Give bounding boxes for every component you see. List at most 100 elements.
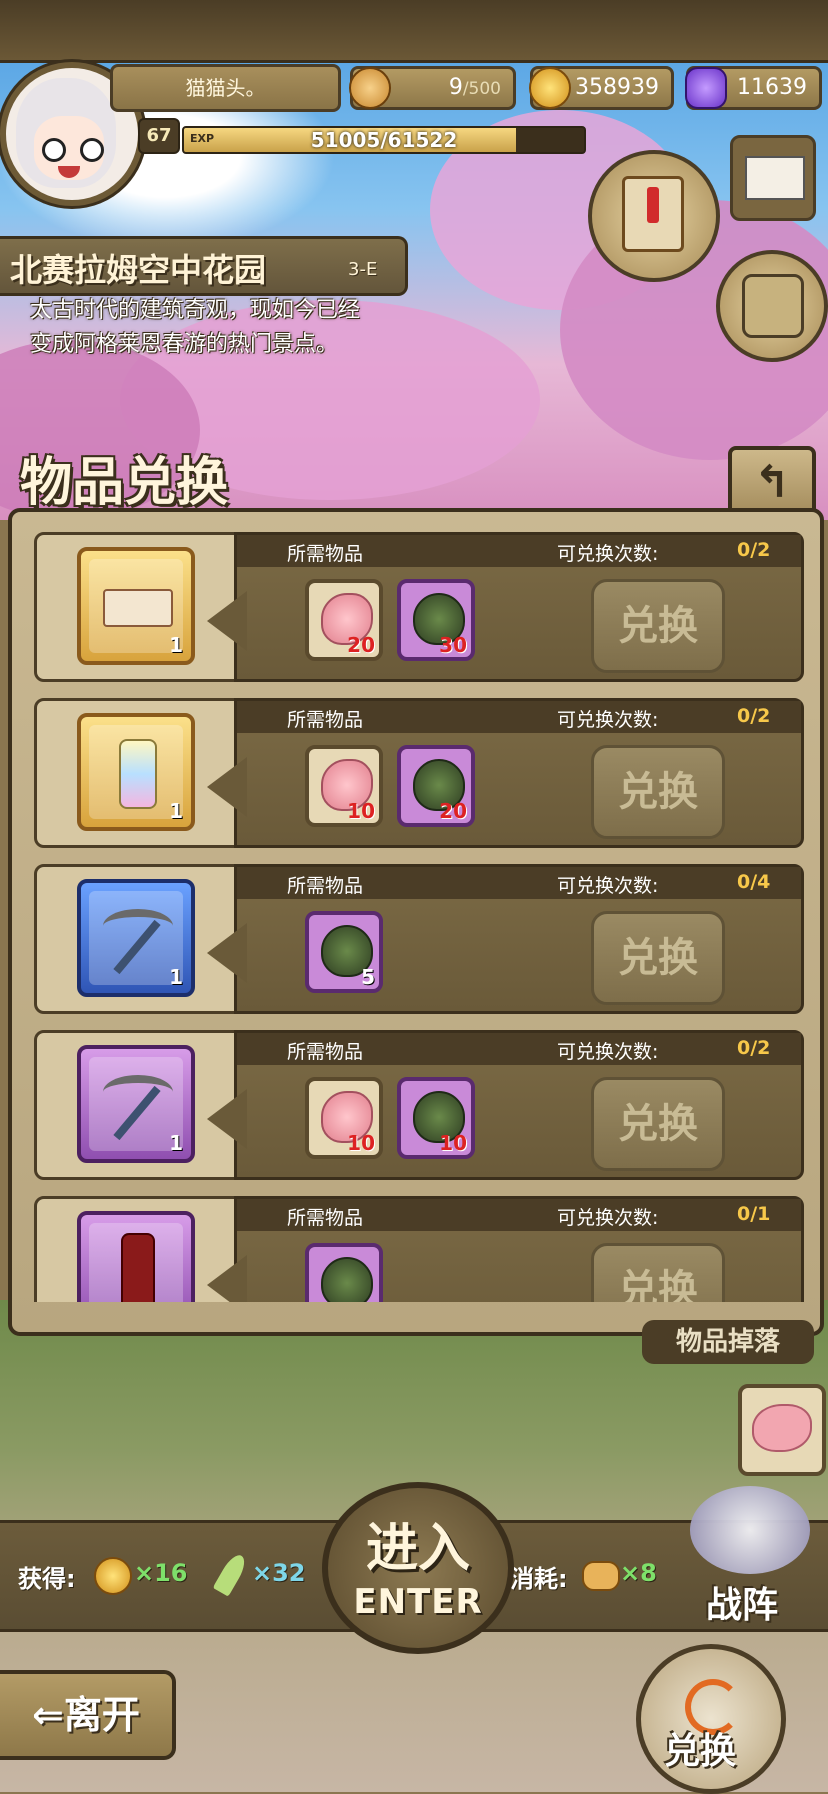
drop-item-slot[interactable] <box>738 1384 826 1476</box>
scroll-icon <box>622 176 684 252</box>
formation-button-label[interactable]: 战阵 <box>706 1576 778 1628</box>
arrow-left-icon <box>207 1255 247 1302</box>
cost-quantity: 10 <box>439 1131 467 1155</box>
bread-icon <box>582 1561 620 1591</box>
required-items-label: 所需物品 <box>287 1207 364 1229</box>
reward-item-slot[interactable]: 1 <box>77 547 195 665</box>
gold-value: 358939 <box>575 75 659 100</box>
exchange-main-label[interactable]: 兑换 <box>664 1722 736 1774</box>
cost-item-slot[interactable]: 20 <box>305 579 383 661</box>
location-desc-line: 变成阿格莱恩春游的热门景点。 <box>30 332 339 357</box>
stamina-pill[interactable]: 9/500 <box>349 66 516 110</box>
player-name: 猫猫头。 <box>110 64 341 112</box>
player-level: 67 <box>138 118 180 154</box>
top-bar <box>0 0 828 63</box>
enter-label-cn: 进入 <box>365 1519 470 1579</box>
cost-quantity: 20 <box>439 799 467 823</box>
exp-text: 51005/61522 <box>310 128 458 152</box>
quest-scroll-button[interactable] <box>588 150 720 282</box>
arrow-left-icon <box>207 1089 247 1149</box>
gem-value: 11639 <box>737 75 807 100</box>
exchange-list[interactable]: 1 所需物品 可兑换次数: 0/2 20 30 兑换 1 所需物品 可兑换次数: 0/2 10 20 兑换… <box>34 532 804 1302</box>
cost-item-slot[interactable]: 30 <box>397 579 475 661</box>
exchange-row: 1 所需物品 可兑换次数: 0/2 10 10 兑换 <box>34 1030 804 1180</box>
reward-item-slot[interactable]: 1 <box>77 713 195 831</box>
leave-button[interactable]: ⇐离开 <box>0 1670 176 1760</box>
exchange-count-value: 0/1 <box>737 1203 771 1225</box>
panel-title: 物品兑换 <box>20 453 229 513</box>
row-header: 所需物品 可兑换次数: 0/2 <box>237 701 801 733</box>
requirements-area: 所需物品 可兑换次数: 0/2 10 10 兑换 <box>207 1030 804 1180</box>
exchange-row: 1 所需物品 可兑换次数: 0/4 5 兑换 <box>34 864 804 1014</box>
location-plate: 北赛拉姆空中花园 3-E <box>0 236 408 296</box>
gold-pill[interactable]: 358939 <box>529 66 674 110</box>
cost-quantity: 10 <box>347 1131 375 1155</box>
exchange-row: 所需物品 可兑换次数: 0/1 兑换 <box>34 1196 804 1302</box>
left-arrow-icon: ⇐ <box>32 1693 64 1737</box>
exchange-button[interactable]: 兑换 <box>591 1077 725 1171</box>
reward-item-slot[interactable]: 1 <box>77 1045 195 1163</box>
leave-label: 离开 <box>63 1693 140 1737</box>
mail-icon <box>745 156 805 200</box>
drops-label: 物品掉落 <box>642 1320 814 1364</box>
location-desc-line: 太古时代的建筑奇观，现如今已经 <box>30 298 361 323</box>
seed-icon <box>321 1257 373 1302</box>
feather-icon <box>212 1551 250 1597</box>
exchange-count-label: 可兑换次数: <box>557 875 659 897</box>
arrow-left-icon <box>207 757 247 817</box>
gain-label: 获得: <box>18 1565 76 1593</box>
formation-icon[interactable] <box>690 1486 810 1574</box>
requirements-area: 所需物品 可兑换次数: 0/4 5 兑换 <box>207 864 804 1014</box>
bread-icon <box>349 67 391 109</box>
arrow-left-icon <box>207 591 247 651</box>
exchange-count-label: 可兑换次数: <box>557 709 659 731</box>
requirements-area: 所需物品 可兑换次数: 0/1 兑换 <box>207 1196 804 1302</box>
mail-button[interactable] <box>730 135 816 221</box>
required-items-label: 所需物品 <box>287 875 364 897</box>
enter-label-en: ENTER <box>353 1582 483 1622</box>
exchange-count-value: 0/2 <box>737 1037 771 1059</box>
required-items-label: 所需物品 <box>287 543 364 565</box>
stamina-max: /500 <box>462 79 501 99</box>
requirements-area: 所需物品 可兑换次数: 0/2 10 20 兑换 <box>207 698 804 848</box>
cost-item-slot[interactable]: 10 <box>305 745 383 827</box>
cost-item-slot[interactable]: 5 <box>305 911 383 993</box>
exchange-row: 1 所需物品 可兑换次数: 0/2 20 30 兑换 <box>34 532 804 682</box>
cost-quantity: 10 <box>347 799 375 823</box>
location-description: 太古时代的建筑奇观，现如今已经 变成阿格莱恩春游的热门景点。 <box>30 294 450 362</box>
gem-pill[interactable]: 11639 <box>685 66 822 110</box>
reward-item-slot[interactable]: 1 <box>77 879 195 997</box>
cost-item-slot[interactable]: 10 <box>397 1077 475 1159</box>
avatar-eye <box>80 138 104 162</box>
exchange-count-label: 可兑换次数: <box>557 1207 659 1229</box>
required-items-label: 所需物品 <box>287 709 364 731</box>
cost-item-slot[interactable] <box>305 1243 383 1302</box>
row-header: 所需物品 可兑换次数: 0/2 <box>237 1033 801 1065</box>
cost-item-slot[interactable]: 20 <box>397 745 475 827</box>
exchange-panel: 1 所需物品 可兑换次数: 0/2 20 30 兑换 1 所需物品 可兑换次数: 0/2 10 20 兑换… <box>8 508 824 1336</box>
reward-quantity: 1 <box>169 799 183 823</box>
bag-button[interactable] <box>716 250 828 362</box>
exchange-count-value: 0/2 <box>737 705 771 727</box>
exchange-button[interactable]: 兑换 <box>591 745 725 839</box>
exchange-button[interactable]: 兑换 <box>591 579 725 673</box>
gold-coin-icon <box>529 67 571 109</box>
gold-coin-icon <box>94 1557 132 1595</box>
location-name: 北赛拉姆空中花园 <box>10 251 267 289</box>
enter-button[interactable]: 进入 ENTER <box>322 1482 514 1654</box>
exp-bar: EXP 51005/61522 <box>182 126 586 154</box>
cola-icon <box>89 1223 183 1302</box>
row-header: 所需物品 可兑换次数: 0/1 <box>237 1199 801 1231</box>
reward-quantity: 1 <box>169 633 183 657</box>
exchange-button[interactable]: 兑换 <box>591 1243 725 1302</box>
backpack-icon <box>742 274 804 338</box>
exchange-button[interactable]: 兑换 <box>591 911 725 1005</box>
reward-item-slot[interactable] <box>77 1211 195 1302</box>
cost-item-slot[interactable]: 10 <box>305 1077 383 1159</box>
avatar-eye <box>42 138 66 162</box>
row-header: 所需物品 可兑换次数: 0/4 <box>237 867 801 899</box>
cost-bread: ×8 <box>620 1559 657 1587</box>
stamina-value: 9 <box>448 75 463 100</box>
cost-quantity: 20 <box>347 633 375 657</box>
cost-quantity: 30 <box>439 633 467 657</box>
